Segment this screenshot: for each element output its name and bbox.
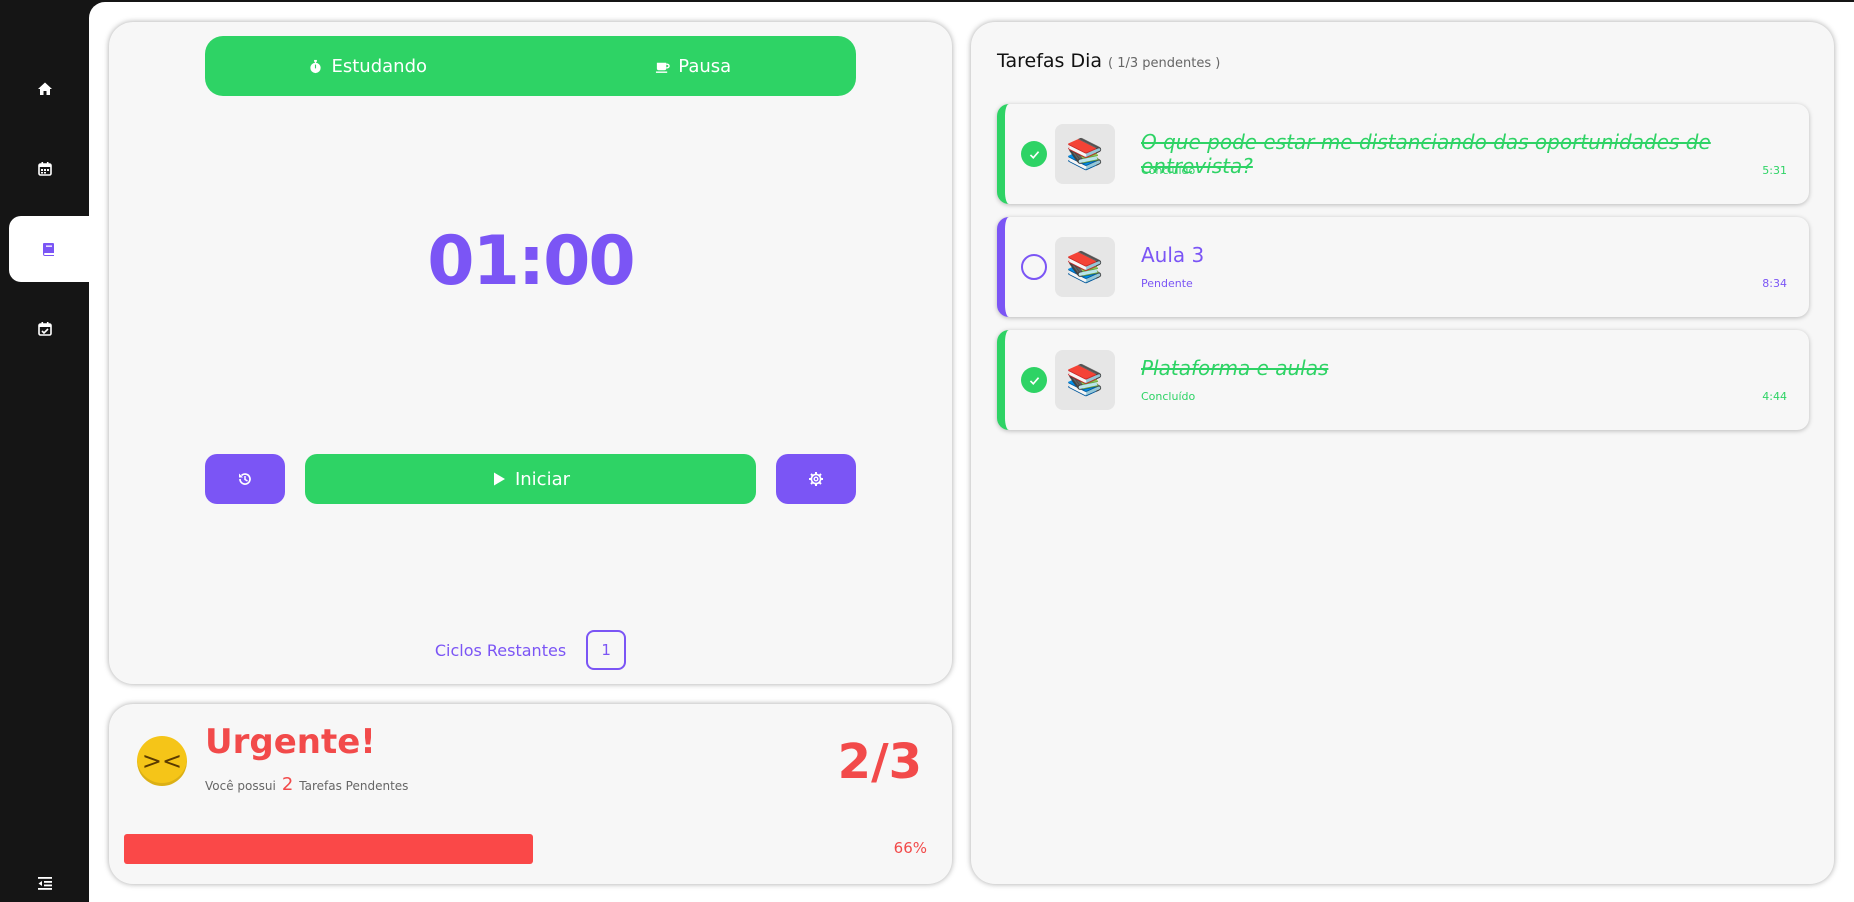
task-title: O que pode estar me distanciando das opo… bbox=[1141, 130, 1711, 178]
pending-count: 2 bbox=[281, 774, 294, 795]
task-time: 4:44 bbox=[1762, 390, 1787, 403]
check-icon bbox=[1029, 376, 1039, 385]
sidebar-item-calendar[interactable] bbox=[0, 136, 89, 202]
history-icon bbox=[239, 473, 251, 485]
task-item[interactable]: 📚 Plataforma e aulas Concluído 4:44 bbox=[997, 330, 1809, 430]
gear-icon bbox=[809, 472, 823, 486]
start-button[interactable]: Iniciar bbox=[305, 454, 756, 504]
task-status: Concluído bbox=[1141, 164, 1196, 177]
play-icon bbox=[493, 472, 505, 486]
main-content: Estudando Pausa 01:00 Iniciar Ciclos Res… bbox=[89, 2, 1854, 902]
cycles-count: 1 bbox=[586, 630, 627, 670]
calendar-icon bbox=[37, 162, 52, 176]
stopwatch-icon bbox=[310, 59, 322, 73]
tasks-header: Tarefas Dia ( 1/3 pendentes ) bbox=[997, 50, 1220, 72]
cycles-remaining: Ciclos Restantes 1 bbox=[109, 630, 952, 670]
task-title: Aula 3 bbox=[1141, 243, 1205, 267]
task-status: Concluído bbox=[1141, 390, 1196, 403]
sidebar-item-tasks[interactable] bbox=[0, 296, 89, 362]
urgent-subtitle: Você possui 2 Tarefas Pendentes bbox=[205, 774, 408, 795]
tasks-title: Tarefas Dia bbox=[997, 50, 1103, 72]
progress-bar bbox=[124, 834, 744, 864]
task-checkbox[interactable] bbox=[1021, 141, 1047, 167]
collapse-menu-button[interactable] bbox=[0, 868, 89, 898]
mode-studying-label: Estudando bbox=[331, 55, 428, 77]
start-label: Iniciar bbox=[514, 468, 571, 490]
mode-studying-button[interactable]: Estudando bbox=[205, 36, 531, 96]
mode-switcher: Estudando Pausa bbox=[205, 36, 856, 96]
task-time: 8:34 bbox=[1762, 277, 1787, 290]
urgent-title: Urgente! bbox=[205, 722, 376, 762]
task-time: 5:31 bbox=[1762, 164, 1787, 177]
mode-pause-button[interactable]: Pausa bbox=[531, 36, 857, 96]
sidebar-item-home[interactable] bbox=[0, 56, 89, 122]
task-item[interactable]: 📚 Aula 3 Pendente 8:34 bbox=[997, 217, 1809, 317]
task-checkbox[interactable] bbox=[1021, 254, 1047, 280]
books-icon: 📚 bbox=[1055, 350, 1115, 410]
check-icon bbox=[1029, 150, 1039, 159]
collapse-menu-icon bbox=[37, 877, 52, 890]
task-item[interactable]: 📚 O que pode estar me distanciando das o… bbox=[997, 104, 1809, 204]
coffee-icon bbox=[656, 62, 671, 73]
tasks-subtitle: ( 1/3 pendentes ) bbox=[1108, 56, 1221, 71]
calendar-check-icon bbox=[37, 322, 52, 336]
progress-percent: 66% bbox=[893, 839, 927, 857]
progress-fill bbox=[124, 834, 534, 864]
urgent-sub-prefix: Você possui bbox=[205, 779, 276, 793]
books-icon: 📚 bbox=[1055, 124, 1115, 184]
book-icon bbox=[43, 243, 54, 256]
pomodoro-card: Estudando Pausa 01:00 Iniciar Ciclos Res… bbox=[109, 22, 952, 684]
sidebar bbox=[0, 0, 89, 902]
timer-display: 01:00 bbox=[427, 222, 635, 301]
tired-face-icon: >< bbox=[137, 736, 187, 786]
pending-ratio: 2/3 bbox=[837, 734, 922, 790]
home-icon bbox=[37, 82, 52, 95]
settings-button[interactable] bbox=[776, 454, 856, 504]
books-icon: 📚 bbox=[1055, 237, 1115, 297]
sidebar-item-book[interactable] bbox=[9, 216, 89, 282]
urgent-sub-suffix: Tarefas Pendentes bbox=[299, 779, 409, 793]
cycles-label: Ciclos Restantes bbox=[434, 640, 567, 660]
task-status: Pendente bbox=[1141, 277, 1193, 290]
daily-tasks-card: Tarefas Dia ( 1/3 pendentes ) 📚 O que po… bbox=[971, 22, 1834, 884]
reset-button[interactable] bbox=[205, 454, 285, 504]
task-checkbox[interactable] bbox=[1021, 367, 1047, 393]
task-title: Plataforma e aulas bbox=[1141, 356, 1329, 380]
urgent-card: >< Urgente! Você possui 2 Tarefas Penden… bbox=[109, 704, 952, 884]
mode-pause-label: Pausa bbox=[678, 55, 732, 77]
